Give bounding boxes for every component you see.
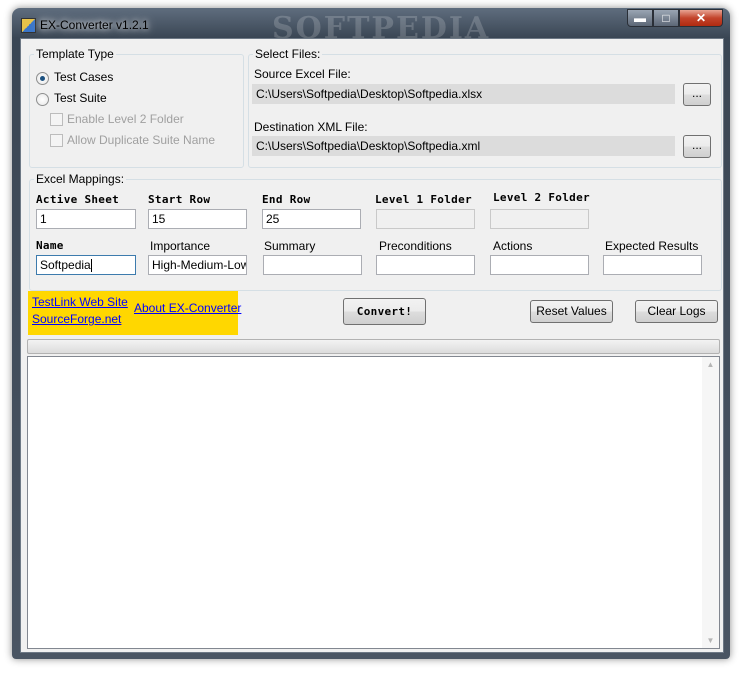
close-button[interactable]: ✕ bbox=[679, 9, 723, 27]
select-files-label: Select Files: bbox=[253, 47, 323, 61]
summary-input[interactable] bbox=[263, 255, 362, 275]
log-scrollbar[interactable]: ▲ ▼ bbox=[702, 357, 719, 648]
name-input-value: Softpedia bbox=[40, 258, 91, 272]
browse-dest-button[interactable]: ... bbox=[683, 135, 711, 158]
start-row-input[interactable]: 15 bbox=[148, 209, 247, 229]
source-file-input[interactable]: C:\Users\Softpedia\Desktop\Softpedia.xls… bbox=[252, 84, 675, 104]
active-sheet-input[interactable]: 1 bbox=[36, 209, 136, 229]
expected-results-input[interactable] bbox=[603, 255, 702, 275]
client-area: Template Type Test Cases Test Suite Enab… bbox=[20, 38, 724, 653]
excel-mappings-label: Excel Mappings: bbox=[34, 172, 127, 186]
name-label: Name bbox=[36, 239, 64, 252]
clear-logs-button[interactable]: Clear Logs bbox=[635, 300, 718, 323]
radio-test-cases[interactable] bbox=[36, 72, 49, 85]
radio-test-suite[interactable] bbox=[36, 93, 49, 106]
testlink-website-link[interactable]: TestLink Web Site bbox=[32, 295, 128, 309]
level1-folder-input[interactable] bbox=[376, 209, 475, 229]
app-icon bbox=[21, 18, 36, 33]
name-input[interactable]: Softpedia bbox=[36, 255, 136, 275]
browse-source-button[interactable]: ... bbox=[683, 83, 711, 106]
level2-folder-input[interactable] bbox=[490, 209, 589, 229]
progress-bar bbox=[27, 339, 720, 354]
radio-test-cases-label[interactable]: Test Cases bbox=[54, 70, 113, 84]
log-textbox[interactable]: ▲ ▼ bbox=[27, 356, 720, 649]
checkbox-enable-level2-label: Enable Level 2 Folder bbox=[67, 112, 184, 126]
dest-file-input[interactable]: C:\Users\Softpedia\Desktop\Softpedia.xml bbox=[252, 136, 675, 156]
window-controls: ▬ □ ✕ bbox=[627, 9, 723, 27]
reset-values-button[interactable]: Reset Values bbox=[530, 300, 613, 323]
active-sheet-label: Active Sheet bbox=[36, 193, 120, 206]
preconditions-label: Preconditions bbox=[379, 239, 452, 253]
end-row-label: End Row bbox=[262, 193, 311, 206]
app-window: EX-Converter v1.2.1 SOFTPEDIA ▬ □ ✕ Temp… bbox=[12, 8, 730, 659]
minimize-button[interactable]: ▬ bbox=[627, 9, 653, 27]
about-link[interactable]: About EX-Converter bbox=[134, 301, 241, 315]
preconditions-input[interactable] bbox=[376, 255, 475, 275]
convert-button[interactable]: Convert! bbox=[343, 298, 426, 325]
title-bar[interactable]: EX-Converter v1.2.1 SOFTPEDIA ▬ □ ✕ bbox=[12, 8, 730, 46]
checkbox-allow-duplicate[interactable] bbox=[50, 134, 63, 147]
text-caret bbox=[90, 259, 92, 273]
level2-folder-label: Level 2 Folder bbox=[493, 191, 590, 204]
actions-input[interactable] bbox=[490, 255, 589, 275]
summary-label: Summary bbox=[264, 239, 316, 253]
radio-test-suite-label[interactable]: Test Suite bbox=[54, 91, 107, 105]
scroll-down-icon[interactable]: ▼ bbox=[702, 636, 719, 645]
scroll-up-icon[interactable]: ▲ bbox=[702, 360, 719, 369]
checkbox-enable-level2[interactable] bbox=[50, 113, 63, 126]
importance-label: Importance bbox=[150, 239, 211, 253]
template-type-label: Template Type bbox=[34, 47, 116, 61]
end-row-input[interactable]: 25 bbox=[262, 209, 361, 229]
window-title: EX-Converter v1.2.1 bbox=[40, 18, 149, 32]
sourceforge-link[interactable]: SourceForge.net bbox=[32, 312, 121, 326]
dest-file-label: Destination XML File: bbox=[254, 120, 368, 134]
maximize-button[interactable]: □ bbox=[653, 9, 679, 27]
source-file-label: Source Excel File: bbox=[254, 67, 351, 81]
checkbox-allow-duplicate-label: Allow Duplicate Suite Name bbox=[67, 133, 216, 147]
actions-label: Actions bbox=[493, 239, 533, 253]
expected-results-label: Expected Results bbox=[605, 239, 699, 253]
start-row-label: Start Row bbox=[148, 193, 211, 206]
level1-folder-label: Level 1 Folder bbox=[375, 193, 472, 206]
importance-input[interactable]: High-Medium-Low bbox=[148, 255, 247, 275]
